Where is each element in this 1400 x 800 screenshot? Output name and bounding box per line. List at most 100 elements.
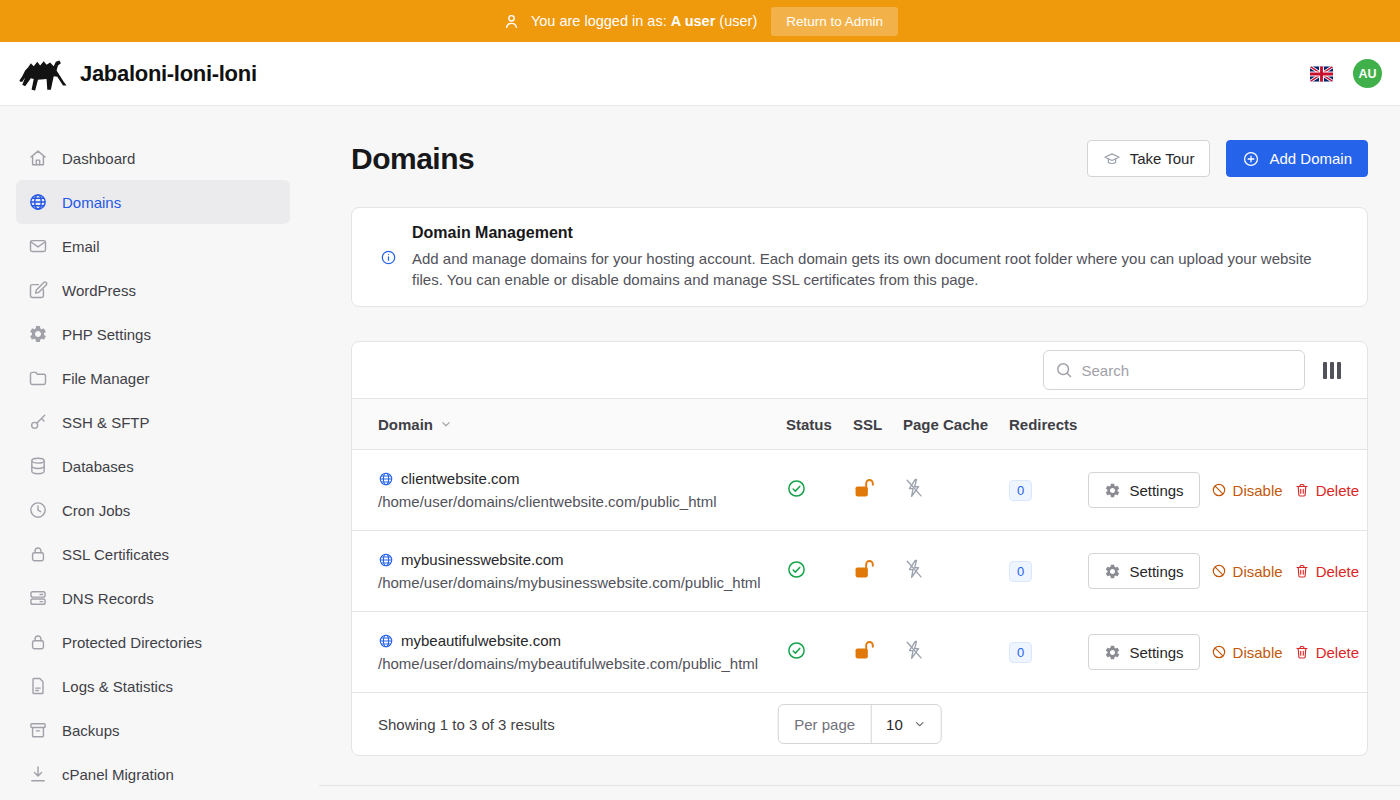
table-row: mybeautifulwebsite.com /home/user/domain… bbox=[352, 612, 1367, 693]
sidebar-item-wordpress[interactable]: WordPress bbox=[16, 268, 290, 312]
plus-circle-icon bbox=[1242, 150, 1260, 168]
globe-icon bbox=[378, 471, 394, 487]
archive-icon bbox=[28, 720, 48, 740]
page-cache-off-icon[interactable] bbox=[903, 558, 925, 580]
sidebar-item-protected-directories[interactable]: Protected Directories bbox=[16, 620, 290, 664]
sidebar-item-cpanel-migration[interactable]: cPanel Migration bbox=[16, 752, 290, 796]
sidebar-item-dashboard[interactable]: Dashboard bbox=[16, 136, 290, 180]
ssl-unlocked-icon[interactable] bbox=[853, 639, 875, 661]
settings-button[interactable]: Settings bbox=[1088, 634, 1199, 670]
return-to-admin-button[interactable]: Return to Admin bbox=[771, 7, 898, 36]
add-domain-button[interactable]: Add Domain bbox=[1226, 140, 1368, 177]
delete-button[interactable]: Delete bbox=[1294, 644, 1359, 661]
table-footer: Showing 1 to 3 of 3 results Per page 10 bbox=[352, 693, 1367, 755]
language-flag-icon[interactable] bbox=[1310, 66, 1333, 82]
column-header-redirects: Redirects bbox=[1009, 416, 1097, 433]
domain-path: /home/user/domains/mybeautifulwebsite.co… bbox=[378, 655, 786, 672]
app-header: Jabaloni-loni-loni AU bbox=[0, 42, 1400, 106]
person-icon bbox=[502, 12, 521, 31]
lock-icon bbox=[28, 632, 48, 652]
clock-icon bbox=[28, 500, 48, 520]
globe-icon bbox=[378, 633, 394, 649]
sort-chevron-icon bbox=[439, 417, 453, 431]
disable-button[interactable]: Disable bbox=[1211, 482, 1283, 499]
page-title: Domains bbox=[351, 142, 474, 176]
table-header: Domain Status SSL Page Cache Redirects bbox=[352, 398, 1367, 450]
domain-cell: mybeautifulwebsite.com /home/user/domain… bbox=[378, 632, 786, 672]
sidebar-item-logs-statistics[interactable]: Logs & Statistics bbox=[16, 664, 290, 708]
pencil-icon bbox=[28, 280, 48, 300]
download-icon bbox=[28, 764, 48, 784]
sidebar-item-dns-records[interactable]: DNS Records bbox=[16, 576, 290, 620]
per-page-value: 10 bbox=[886, 716, 903, 733]
ssl-unlocked-icon[interactable] bbox=[853, 477, 875, 499]
sidebar-item-php-settings[interactable]: PHP Settings bbox=[16, 312, 290, 356]
domain-name[interactable]: mybeautifulwebsite.com bbox=[401, 632, 561, 649]
page-cache-off-icon[interactable] bbox=[903, 639, 925, 661]
trash-icon bbox=[1294, 482, 1310, 498]
per-page-label: Per page bbox=[778, 705, 872, 743]
avatar[interactable]: AU bbox=[1353, 59, 1382, 88]
gear-icon bbox=[28, 324, 48, 344]
delete-button[interactable]: Delete bbox=[1294, 563, 1359, 580]
database-icon bbox=[28, 456, 48, 476]
status-active-icon bbox=[786, 640, 807, 661]
boar-logo-icon bbox=[18, 56, 68, 92]
gear-icon bbox=[1104, 482, 1121, 499]
sidebar-item-databases[interactable]: Databases bbox=[16, 444, 290, 488]
sidebar-item-email[interactable]: Email bbox=[16, 224, 290, 268]
search-input[interactable] bbox=[1043, 350, 1305, 390]
settings-button[interactable]: Settings bbox=[1088, 553, 1199, 589]
page-cache-off-icon[interactable] bbox=[903, 477, 925, 499]
sidebar-item-file-manager[interactable]: File Manager bbox=[16, 356, 290, 400]
table-row: clientwebsite.com /home/user/domains/cli… bbox=[352, 450, 1367, 531]
home-icon bbox=[28, 148, 48, 168]
ban-icon bbox=[1211, 644, 1227, 660]
table-row: mybusinesswebsite.com /home/user/domains… bbox=[352, 531, 1367, 612]
trash-icon bbox=[1294, 563, 1310, 579]
info-card: Domain Management Add and manage domains… bbox=[351, 207, 1368, 307]
domain-name[interactable]: mybusinesswebsite.com bbox=[401, 551, 564, 568]
sidebar-item-ssh-sftp[interactable]: SSH & SFTP bbox=[16, 400, 290, 444]
trash-icon bbox=[1294, 644, 1310, 660]
delete-button[interactable]: Delete bbox=[1294, 482, 1359, 499]
per-page-select[interactable]: Per page 10 bbox=[777, 704, 942, 744]
column-header-domain[interactable]: Domain bbox=[378, 416, 786, 433]
ssl-unlocked-icon[interactable] bbox=[853, 558, 875, 580]
main-content: Domains Take Tour Add Domain Domain Mana… bbox=[319, 106, 1400, 800]
domain-path: /home/user/domains/mybusinesswebsite.com… bbox=[378, 574, 786, 591]
take-tour-button[interactable]: Take Tour bbox=[1087, 140, 1211, 177]
disable-button[interactable]: Disable bbox=[1211, 563, 1283, 580]
sidebar-item-cron-jobs[interactable]: Cron Jobs bbox=[16, 488, 290, 532]
search-icon bbox=[1054, 360, 1074, 380]
redirects-count-badge[interactable]: 0 bbox=[1009, 561, 1032, 582]
page-bottom-divider bbox=[319, 785, 1400, 800]
sidebar-item-ssl-certificates[interactable]: SSL Certificates bbox=[16, 532, 290, 576]
redirects-count-badge[interactable]: 0 bbox=[1009, 642, 1032, 663]
domains-table-card: Domain Status SSL Page Cache Redirects c… bbox=[351, 341, 1368, 756]
status-active-icon bbox=[786, 478, 807, 499]
column-settings-button[interactable] bbox=[1319, 358, 1346, 383]
redirects-count-badge[interactable]: 0 bbox=[1009, 480, 1032, 501]
globe-icon bbox=[28, 192, 48, 212]
info-card-title: Domain Management bbox=[412, 224, 1339, 242]
status-active-icon bbox=[786, 559, 807, 580]
folder-icon bbox=[28, 368, 48, 388]
column-header-ssl: SSL bbox=[853, 416, 903, 433]
ban-icon bbox=[1211, 563, 1227, 579]
chevron-down-icon bbox=[913, 717, 927, 731]
gear-icon bbox=[1104, 644, 1121, 661]
info-icon bbox=[380, 249, 397, 290]
domain-name[interactable]: clientwebsite.com bbox=[401, 470, 519, 487]
sidebar-item-backups[interactable]: Backups bbox=[16, 708, 290, 752]
settings-button[interactable]: Settings bbox=[1088, 472, 1199, 508]
domain-cell: mybusinesswebsite.com /home/user/domains… bbox=[378, 551, 786, 591]
ban-icon bbox=[1211, 482, 1227, 498]
column-header-page-cache: Page Cache bbox=[903, 416, 1009, 433]
search-box bbox=[1043, 350, 1305, 390]
graduation-cap-icon bbox=[1103, 150, 1121, 168]
disable-button[interactable]: Disable bbox=[1211, 644, 1283, 661]
lock-icon bbox=[28, 544, 48, 564]
results-summary: Showing 1 to 3 of 3 results bbox=[378, 716, 555, 733]
sidebar-item-domains[interactable]: Domains bbox=[16, 180, 290, 224]
